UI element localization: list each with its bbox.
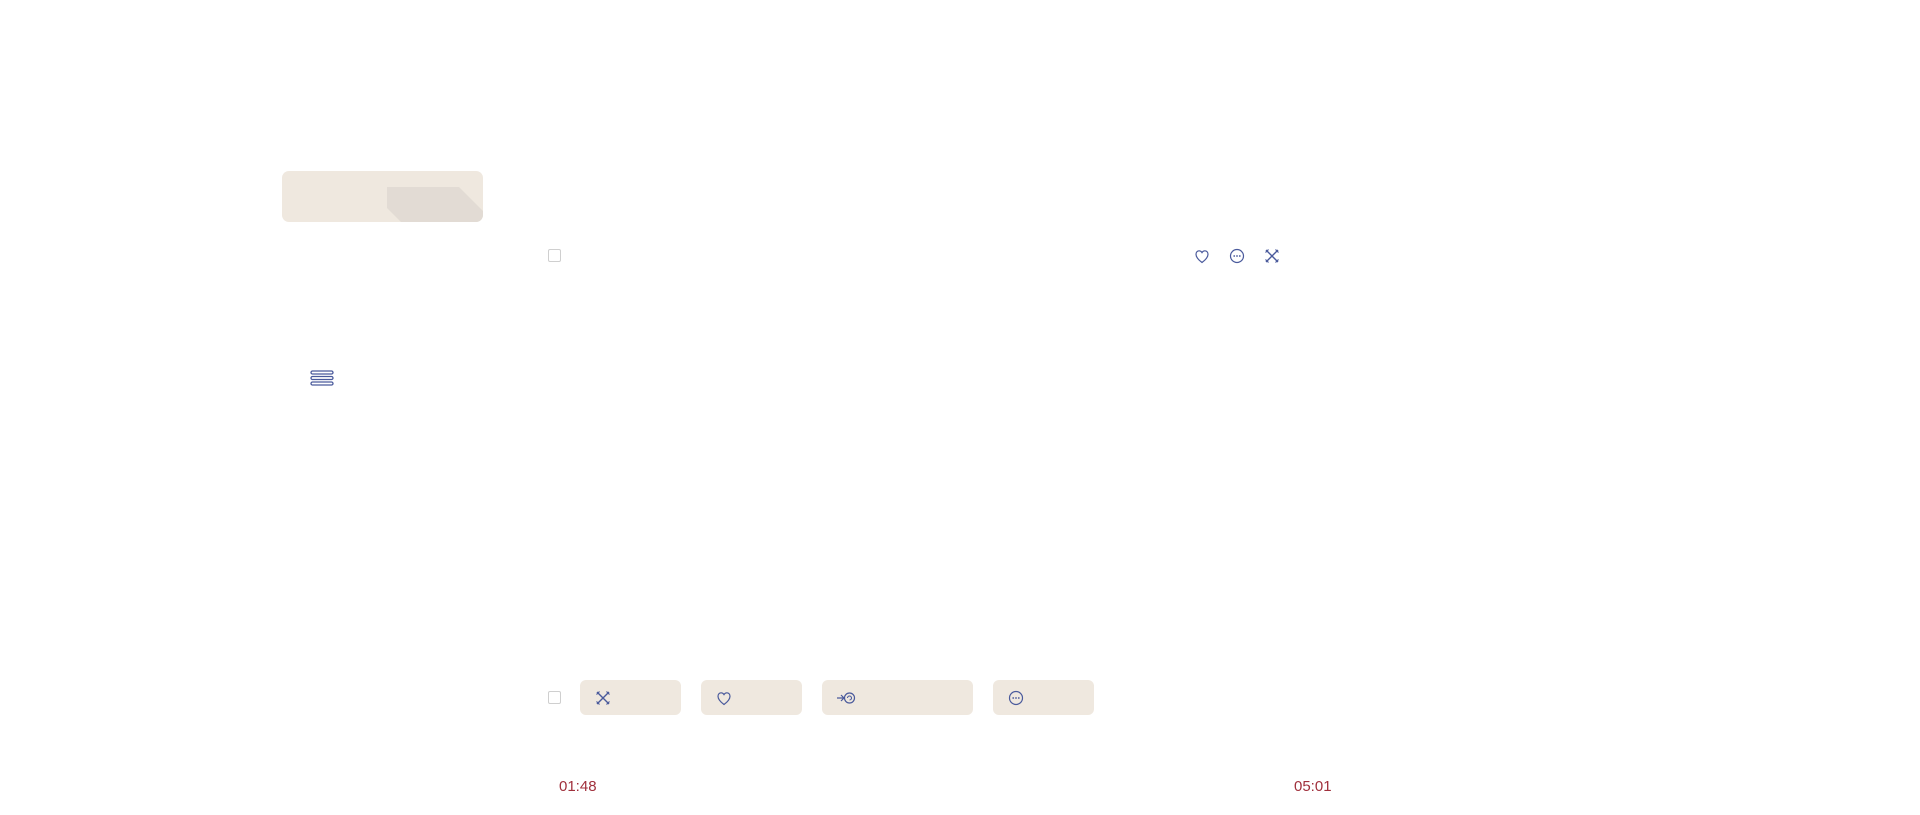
header-card[interactable] [282,171,483,222]
more-icon [1229,248,1245,264]
favorite-button-top[interactable] [1192,246,1212,266]
start-time: 01:48 [559,778,597,795]
app-canvas: 01:48 05:01 [0,0,1920,815]
heart-icon [1195,250,1209,264]
tools-chip[interactable] [580,680,681,715]
tools-button-top[interactable] [1262,246,1282,266]
share-icon [837,691,856,704]
more-chip[interactable] [993,680,1094,715]
tools-icon [1265,249,1279,263]
select-all-checkbox-top[interactable] [548,249,561,262]
tools-icon [596,690,610,705]
more-icon [1008,690,1024,705]
end-time: 05:01 [1294,778,1332,795]
share-chip[interactable] [822,680,973,715]
favorite-chip[interactable] [701,680,802,715]
menu-button[interactable] [310,369,334,387]
heart-icon [717,691,731,705]
more-button-top[interactable] [1227,246,1247,266]
select-all-checkbox-bottom[interactable] [548,691,561,704]
folded-document-placeholder-icon [387,187,483,222]
hamburger-icon [310,370,334,386]
